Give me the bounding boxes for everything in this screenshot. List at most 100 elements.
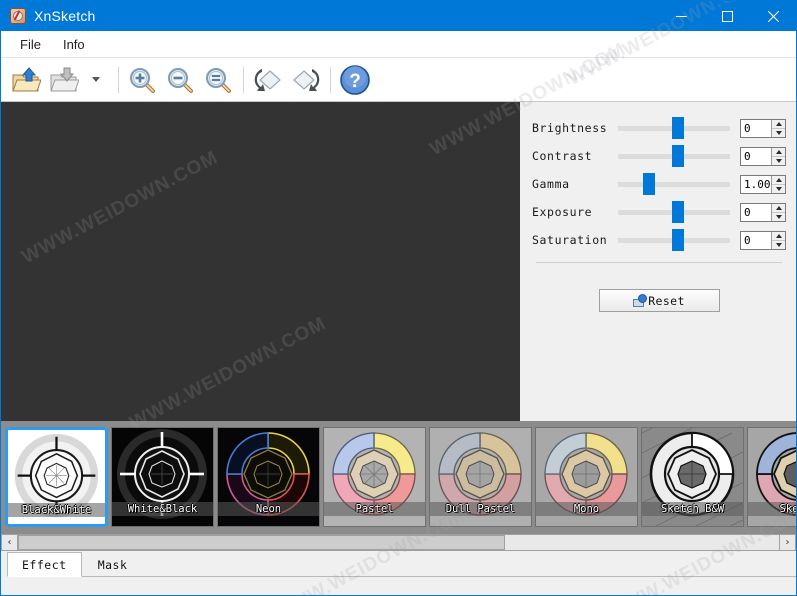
tab-mask[interactable]: Mask: [82, 553, 144, 577]
triangle-up-icon: [775, 149, 782, 154]
effect-thumb-pastel[interactable]: Pastel: [323, 427, 426, 527]
spinner-down-button[interactable]: [772, 157, 785, 165]
spinner-buttons: [771, 147, 785, 165]
spinner-exposure[interactable]: 0: [740, 202, 786, 222]
reset-button-label: Reset: [648, 293, 685, 308]
spinner-down-button[interactable]: [772, 213, 785, 221]
tab-label: Mask: [97, 558, 128, 572]
slider-label-gamma: Gamma: [532, 177, 570, 191]
minimize-button[interactable]: [658, 1, 704, 31]
spinner-up-button[interactable]: [772, 176, 785, 185]
spinner-contrast[interactable]: 0: [740, 146, 786, 166]
reset-monitor-icon: [633, 294, 647, 307]
slider-exposure[interactable]: [618, 201, 730, 223]
title-bar: XnSketch: [1, 1, 796, 31]
close-button[interactable]: [750, 1, 796, 31]
effect-thumb-label: Sketch: [748, 502, 796, 516]
slider-track: [618, 181, 730, 187]
slider-gamma[interactable]: [618, 173, 730, 195]
triangle-up-icon: [775, 121, 782, 126]
zoom-actual-button[interactable]: [200, 61, 238, 99]
slider-row-brightness: Brightness 0: [532, 114, 786, 142]
spinner-value[interactable]: 0: [741, 119, 771, 137]
effect-thumb-label: White&Black: [112, 502, 213, 516]
reset-button[interactable]: Reset: [598, 289, 720, 312]
effect-thumb-neon[interactable]: Neon: [217, 427, 320, 527]
spinner-value[interactable]: 0: [741, 203, 771, 221]
slider-row-saturation: Saturation 0: [532, 226, 786, 254]
zoom-in-button[interactable]: [124, 61, 162, 99]
spinner-value[interactable]: 1.00: [741, 175, 771, 193]
slider-contrast[interactable]: [618, 145, 730, 167]
triangle-up-icon: [775, 233, 782, 238]
menu-bar: File Info: [1, 31, 796, 58]
effect-thumb-sketch[interactable]: Sketch: [747, 427, 796, 527]
slider-thumb[interactable]: [671, 117, 684, 139]
spinner-up-button[interactable]: [772, 232, 785, 241]
effects-strip[interactable]: Black&White White&Black Neon Pastel Dull…: [1, 421, 796, 533]
effect-thumb-white-black[interactable]: White&Black: [111, 427, 214, 527]
triangle-down-icon: [775, 214, 782, 219]
folder-open-icon: [12, 66, 41, 91]
spinner-value[interactable]: 0: [741, 147, 771, 165]
effect-thumb-label: Dull Pastel: [430, 502, 531, 516]
window-title: XnSketch: [34, 8, 96, 24]
maximize-button[interactable]: [704, 1, 750, 31]
slider-row-exposure: Exposure 0: [532, 198, 786, 226]
chevron-right-icon: ›: [785, 536, 790, 548]
magnifier-minus-icon: [168, 67, 193, 93]
effects-scrollbar[interactable]: ‹ ›: [1, 533, 796, 551]
image-canvas[interactable]: [1, 102, 520, 421]
slider-thumb[interactable]: [671, 145, 684, 167]
menu-item-file[interactable]: File: [9, 34, 52, 55]
spinner-buttons: [771, 175, 785, 193]
slider-thumb[interactable]: [671, 229, 684, 251]
adjustments-panel: Brightness 0 Contrast 0 Gamma 1.00 Expos…: [520, 102, 796, 421]
toolbar: ?: [1, 58, 796, 102]
slider-row-gamma: Gamma 1.00: [532, 170, 786, 198]
zoom-out-button[interactable]: [162, 61, 200, 99]
slider-brightness[interactable]: [618, 117, 730, 139]
toolbar-separator: [243, 66, 244, 93]
chevron-left-icon: ‹: [7, 536, 12, 548]
spinner-brightness[interactable]: 0: [740, 118, 786, 138]
spinner-up-button[interactable]: [772, 120, 785, 129]
spinner-saturation[interactable]: 0: [740, 230, 786, 250]
help-button[interactable]: ?: [336, 61, 374, 99]
save-dropdown-button[interactable]: [83, 61, 113, 99]
effect-thumb-mono[interactable]: Mono: [535, 427, 638, 527]
magnifier-equals-icon: [206, 67, 231, 93]
spinner-down-button[interactable]: [772, 129, 785, 137]
scrollbar-track[interactable]: [18, 534, 779, 551]
effect-thumb-label: Pastel: [324, 502, 425, 516]
slider-thumb[interactable]: [642, 173, 655, 195]
spinner-down-button[interactable]: [772, 241, 785, 249]
main-area: Brightness 0 Contrast 0 Gamma 1.00 Expos…: [1, 102, 796, 421]
effect-thumb-dull-pastel[interactable]: Dull Pastel: [429, 427, 532, 527]
effect-thumb-black-white[interactable]: Black&White: [5, 427, 108, 527]
tab-effect[interactable]: Effect: [7, 552, 82, 577]
open-file-button[interactable]: [7, 61, 45, 99]
slider-thumb[interactable]: [671, 201, 684, 223]
spinner-value[interactable]: 0: [741, 231, 771, 249]
menu-item-info[interactable]: Info: [52, 34, 96, 55]
triangle-down-icon: [775, 186, 782, 191]
spinner-down-button[interactable]: [772, 185, 785, 193]
rotate-right-button[interactable]: [287, 61, 325, 99]
chevron-down-icon: [92, 77, 100, 82]
slider-label-saturation: Saturation: [532, 233, 608, 247]
spinner-up-button[interactable]: [772, 204, 785, 213]
effect-thumb-sketch-bw[interactable]: Sketch B&W: [641, 427, 744, 527]
spinner-buttons: [771, 231, 785, 249]
spinner-up-button[interactable]: [772, 148, 785, 157]
slider-saturation[interactable]: [618, 229, 730, 251]
window-controls: [658, 1, 796, 31]
scroll-right-button[interactable]: ›: [779, 534, 796, 551]
slider-label-brightness: Brightness: [532, 121, 608, 135]
scroll-left-button[interactable]: ‹: [1, 534, 18, 551]
spinner-gamma[interactable]: 1.00: [740, 174, 786, 194]
rotate-right-icon: [293, 68, 320, 91]
rotate-left-button[interactable]: [249, 61, 287, 99]
scrollbar-thumb[interactable]: [18, 535, 506, 550]
save-file-button[interactable]: [45, 61, 83, 99]
